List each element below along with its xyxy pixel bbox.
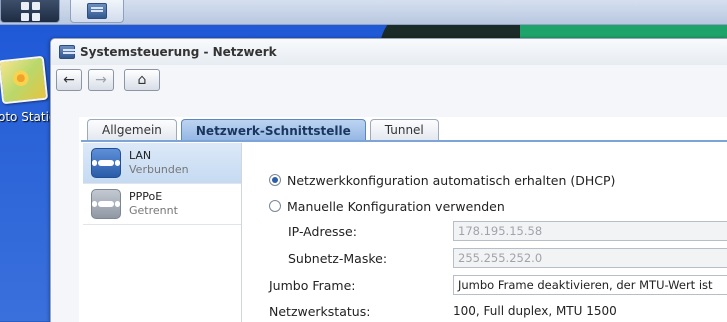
desktop-icon-label[interactable]: oto Statio xyxy=(0,110,56,124)
tab-allgemein[interactable]: Allgemein xyxy=(87,119,177,140)
jumbo-frame-select[interactable]: Jumbo Frame deaktivieren, der MTU-Wert i… xyxy=(453,275,727,295)
manual-label[interactable]: Manuelle Konfiguration verwenden xyxy=(287,199,505,214)
subnet-label: Subnetz-Maske: xyxy=(288,250,388,266)
dhcp-label[interactable]: Netzwerkkonfiguration automatisch erhalt… xyxy=(287,173,615,188)
subnet-mask-field[interactable]: 255.255.252.0 xyxy=(453,248,727,268)
dhcp-option[interactable]: Netzwerkkonfiguration automatisch erhalt… xyxy=(269,169,727,191)
taskbar-window-control-panel[interactable] xyxy=(70,0,124,23)
tab-underline xyxy=(81,140,727,142)
main-menu-button[interactable] xyxy=(0,0,60,23)
arrow-left-icon: ← xyxy=(63,72,75,88)
window-title: Systemsteuerung - Netzwerk xyxy=(80,45,277,59)
grid-icon xyxy=(20,1,40,21)
network-plug-icon xyxy=(91,189,121,219)
dhcp-radio[interactable] xyxy=(269,174,281,186)
interface-name: LAN xyxy=(129,149,152,162)
photo-station-desktop-icon[interactable] xyxy=(0,55,49,105)
control-panel-icon xyxy=(87,3,107,19)
window-titlebar[interactable]: Systemsteuerung - Netzwerk xyxy=(51,39,727,65)
navigation-bar: ← → ⌂ xyxy=(51,65,727,95)
manual-radio[interactable] xyxy=(269,200,281,212)
ip-address-field[interactable]: 178.195.15.58 xyxy=(453,221,727,241)
tab-bar: Allgemein Netzwerk-Schnittstelle Tunnel xyxy=(87,119,439,141)
home-button[interactable]: ⌂ xyxy=(124,69,160,91)
control-panel-window: Systemsteuerung - Netzwerk ← → ⌂ Allgeme… xyxy=(50,38,727,322)
subnet-row: Subnetz-Maske: 255.255.252.0 xyxy=(269,247,727,269)
jumbo-label: Jumbo Frame: xyxy=(269,277,356,293)
interface-item-pppoe[interactable]: PPPoE Getrennt xyxy=(83,184,241,225)
flower-icon xyxy=(10,68,31,89)
home-icon: ⌂ xyxy=(137,72,147,88)
taskbar xyxy=(0,0,727,25)
ip-row: IP-Adresse: 178.195.15.58 xyxy=(269,220,727,242)
forward-button[interactable]: → xyxy=(88,69,114,91)
tab-tunnel[interactable]: Tunnel xyxy=(369,119,439,140)
tab-netzwerk-schnittstelle[interactable]: Netzwerk-Schnittstelle xyxy=(180,119,366,141)
interface-status: Verbunden xyxy=(129,163,189,176)
network-status-label: Netzwerkstatus: xyxy=(269,303,371,319)
interface-list: LAN Verbunden PPPoE Getrennt xyxy=(83,143,242,322)
ip-label: IP-Adresse: xyxy=(288,223,357,239)
network-status-value: 100, Full duplex, MTU 1500 xyxy=(453,304,617,318)
jumbo-row: Jumbo Frame: Jumbo Frame deaktivieren, d… xyxy=(269,274,727,296)
manual-option[interactable]: Manuelle Konfiguration verwenden xyxy=(269,195,727,217)
control-panel-icon xyxy=(59,45,75,59)
interface-status: Getrennt xyxy=(129,204,178,217)
interface-item-lan[interactable]: LAN Verbunden xyxy=(83,143,241,184)
arrow-right-icon: → xyxy=(95,72,107,88)
interface-name: PPPoE xyxy=(129,190,163,203)
network-plug-icon xyxy=(91,148,121,178)
back-button[interactable]: ← xyxy=(56,69,82,91)
status-row: Netzwerkstatus: 100, Full duplex, MTU 15… xyxy=(269,300,727,322)
